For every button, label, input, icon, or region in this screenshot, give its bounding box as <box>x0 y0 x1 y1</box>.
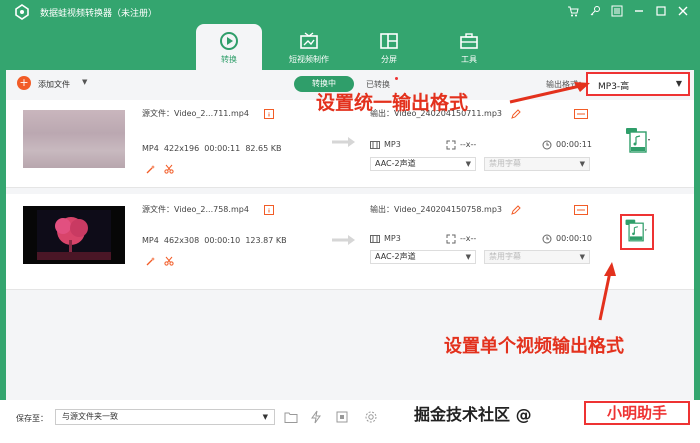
chevron-down-icon[interactable]: ▼ <box>82 78 87 86</box>
chevron-down-icon: ▼ <box>465 253 471 261</box>
maximize-icon[interactable] <box>654 4 668 18</box>
output-format-value: MP3-高 <box>598 82 630 92</box>
toolbox-icon <box>460 33 478 49</box>
tab-toolbox-label: 工具 <box>461 55 477 64</box>
audio-track-select[interactable]: AAC-2声道 ▼ <box>370 157 476 171</box>
subtitle-select[interactable]: 禁用字幕 ▼ <box>484 250 590 264</box>
chevron-down-icon: ▼ <box>675 79 682 88</box>
tab-convert-label: 转换 <box>221 55 237 64</box>
resize-icon <box>446 140 456 150</box>
output-duration: 00:00:10 <box>556 234 592 243</box>
tab-short-video-label: 短视频制作 <box>289 55 329 64</box>
app-title: 数据蛙视频转换器（未注册） <box>40 9 158 19</box>
mp3-format-icon[interactable] <box>620 214 654 250</box>
chevron-down-icon: ▼ <box>465 160 471 168</box>
mp3-format-icon[interactable] <box>626 128 652 156</box>
key-icon[interactable] <box>588 4 602 18</box>
info-icon[interactable] <box>264 205 274 215</box>
output-format: MP3 <box>384 234 401 243</box>
tab-split-screen[interactable]: 分屏 <box>356 24 422 70</box>
convert-icon <box>220 32 238 50</box>
scissors-icon[interactable] <box>164 256 174 266</box>
annotation-arrow-bottom <box>598 262 616 321</box>
gpu-accel-icon[interactable] <box>309 410 323 424</box>
source-meta: MP4 422x196 00:00:11 82.65 KB <box>142 144 282 153</box>
close-icon[interactable] <box>676 4 690 18</box>
chevron-down-icon: ▼ <box>579 160 585 168</box>
tab-toolbox[interactable]: 工具 <box>436 24 502 70</box>
arrow-right-icon <box>332 137 355 147</box>
split-screen-icon <box>380 33 398 49</box>
output-duration: 00:00:11 <box>556 140 592 149</box>
settings-badge-icon[interactable] <box>574 109 588 119</box>
annotation-arrow-top <box>509 82 590 104</box>
output-resolution: --x-- <box>460 234 477 243</box>
title-bar: 数据蛙视频转换器（未注册） <box>0 0 700 24</box>
menu-icon[interactable] <box>610 4 624 18</box>
info-icon[interactable] <box>264 109 274 119</box>
clock-icon <box>542 140 552 150</box>
resize-icon <box>446 234 456 244</box>
arrow-right-icon <box>332 235 355 245</box>
save-path-select[interactable]: 与源文件夹一致 ▼ <box>55 409 275 425</box>
watermark-author: 小明助手 <box>584 401 690 425</box>
notification-dot <box>395 77 398 80</box>
app-window: 数据蛙视频转换器（未注册） 转换 短视频制作 分屏 工具 + 添加文件 ▼ 转换… <box>0 0 700 443</box>
add-file-button[interactable]: + <box>17 76 31 90</box>
source-file: 源文件：Video_2...758.mp4 <box>142 205 249 214</box>
video-thumbnail[interactable] <box>23 206 125 264</box>
watermark-text: 掘金技术社区 @ <box>414 405 532 424</box>
video-thumbnail[interactable] <box>23 110 125 168</box>
app-logo-icon <box>15 4 29 20</box>
output-file: 输出：Video_240204150758.mp3 <box>370 205 502 214</box>
magic-wand-icon[interactable] <box>146 164 156 174</box>
tab-convert[interactable]: 转换 <box>196 24 262 70</box>
audio-track-select[interactable]: AAC-2声道 ▼ <box>370 250 476 264</box>
short-video-icon <box>300 32 318 49</box>
list-item: 源文件：Video_2...758.mp4 MP4 462x308 00:00:… <box>6 194 694 290</box>
tab-short-video[interactable]: 短视频制作 <box>276 24 342 70</box>
clock-icon <box>542 234 552 244</box>
output-resolution: --x-- <box>460 140 477 149</box>
chevron-down-icon: ▼ <box>579 253 585 261</box>
annotation-bottom: 设置单个视频输出格式 <box>444 336 624 357</box>
file-format-icon <box>370 235 380 243</box>
magic-wand-icon[interactable] <box>146 256 156 266</box>
annotation-top: 设置统一输出格式 <box>316 92 469 114</box>
source-file: 源文件：Video_2...711.mp4 <box>142 109 249 118</box>
add-file-label[interactable]: 添加文件 <box>38 79 70 90</box>
chevron-down-icon: ▼ <box>262 413 268 421</box>
pencil-icon[interactable] <box>511 205 521 215</box>
mode-tabs: 转换 短视频制作 分屏 工具 <box>196 24 516 70</box>
hardware-accel-icon[interactable] <box>335 410 349 424</box>
settings-badge-icon[interactable] <box>574 205 588 215</box>
output-format-select[interactable]: MP3-高 ▼ <box>586 72 690 96</box>
pencil-icon[interactable] <box>511 109 521 119</box>
source-meta: MP4 462x308 00:00:10 123.87 KB <box>142 236 287 245</box>
content-area: + 添加文件 ▼ 转换中 已转换 输出格式： MP3-高 ▼ 源文件：Video… <box>6 70 694 400</box>
cart-icon[interactable] <box>566 4 580 18</box>
minimize-icon[interactable] <box>632 4 646 18</box>
tab-split-screen-label: 分屏 <box>381 55 397 64</box>
output-format: MP3 <box>384 140 401 149</box>
scissors-icon[interactable] <box>164 164 174 174</box>
folder-icon[interactable] <box>284 410 298 424</box>
save-to-label: 保存至： <box>16 414 48 423</box>
gear-icon[interactable] <box>364 410 378 424</box>
subtitle-select[interactable]: 禁用字幕 ▼ <box>484 157 590 171</box>
file-format-icon <box>370 141 380 149</box>
